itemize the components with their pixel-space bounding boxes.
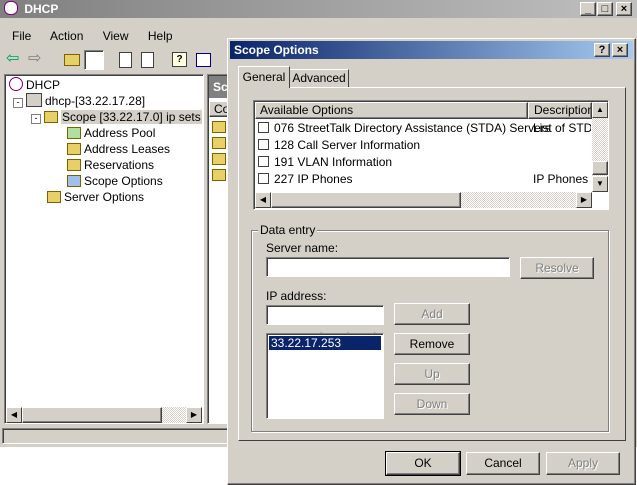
refresh-icon[interactable] [116, 50, 134, 68]
status-bar [2, 428, 232, 444]
ip-list-item[interactable]: 33.22.17.253 [269, 336, 381, 350]
column-header-description[interactable]: Description [528, 102, 592, 119]
option-row[interactable]: 191 VLAN Information [258, 154, 392, 171]
address-leases-icon [67, 143, 81, 155]
column-header-available-options[interactable]: Available Options [255, 102, 528, 119]
option-description: IP Phones [533, 172, 589, 186]
data-entry-group: Data entry Server name: Resolve IP addre… [251, 223, 609, 432]
details-row-icon [212, 137, 226, 149]
back-arrow-icon[interactable]: ⇦ [6, 50, 24, 68]
properties-icon[interactable] [194, 50, 212, 68]
tree-item-server-options[interactable]: Server Options [47, 189, 144, 205]
tab-panel: Available Options Description 076 Street… [238, 87, 626, 441]
details-row-icon [212, 121, 226, 133]
menu-view[interactable]: View [103, 29, 129, 43]
option-row[interactable]: 076 StreetTalk Directory Assistance (STD… [258, 120, 551, 137]
reservations-icon [67, 159, 81, 171]
scope-folder-icon [44, 111, 58, 123]
scope-options-dialog: Scope Options ? × General Advanced Avail… [227, 38, 636, 485]
scroll-left-icon[interactable]: ◀ [255, 192, 271, 208]
tree-item-address-leases[interactable]: Address Leases [67, 141, 170, 157]
options-hscroll-thumb[interactable] [271, 192, 461, 208]
dhcp-window-title: DHCP [24, 2, 59, 16]
tree-item-server[interactable]: - dhcp-[33.22.17.28] [13, 93, 145, 109]
ip-address-list[interactable]: 33.22.17.253 [266, 333, 384, 419]
address-pool-icon [67, 127, 81, 139]
scroll-up-icon[interactable]: ▲ [592, 102, 608, 118]
ip-address-label: IP address: [266, 289, 327, 303]
dialog-title: Scope Options [234, 43, 319, 57]
option-row[interactable]: 128 Call Server Information [258, 137, 420, 154]
close-button[interactable]: × [616, 2, 632, 16]
scroll-down-icon[interactable]: ▼ [592, 176, 608, 192]
toolbar: ⇦ ⇨ ? [4, 50, 228, 70]
collapse-icon[interactable]: - [13, 98, 23, 108]
maximize-button[interactable]: □ [597, 2, 613, 16]
details-row-icon [212, 169, 226, 181]
tab-general[interactable]: General [238, 66, 290, 88]
option-checkbox[interactable] [258, 173, 269, 184]
option-row[interactable]: 227 IP Phones [258, 171, 353, 188]
option-description: List of STDA [533, 121, 591, 135]
show-tree-icon[interactable] [84, 50, 104, 70]
down-button[interactable]: Down [394, 393, 470, 415]
server-icon [26, 93, 42, 107]
dialog-help-button[interactable]: ? [594, 43, 610, 57]
collapse-icon[interactable]: - [31, 114, 41, 124]
scroll-right-icon[interactable]: ▶ [186, 407, 202, 423]
apply-button[interactable]: Apply [546, 452, 620, 475]
scroll-left-icon[interactable]: ◀ [6, 407, 22, 423]
up-button[interactable]: Up [394, 363, 470, 385]
menu-file[interactable]: File [12, 29, 31, 43]
menu-help[interactable]: Help [148, 29, 173, 43]
tree-item-dhcp[interactable]: DHCP [9, 77, 60, 93]
available-options-list[interactable]: Available Options Description 076 Street… [253, 100, 609, 210]
data-entry-label: Data entry [258, 223, 318, 237]
scope-options-icon [67, 175, 81, 187]
dialog-close-button[interactable]: × [612, 43, 628, 57]
dhcp-root-icon [9, 77, 23, 91]
tree-pane[interactable]: DHCP - dhcp-[33.22.17.28] - Scope [33.22.1… [4, 74, 204, 424]
forward-arrow-icon[interactable]: ⇨ [28, 50, 46, 68]
scroll-thumb[interactable] [22, 407, 162, 423]
server-name-input[interactable] [266, 257, 510, 277]
cancel-button[interactable]: Cancel [466, 452, 540, 475]
help-icon[interactable]: ? [170, 50, 188, 68]
tree-item-scope-options[interactable]: Scope Options [67, 173, 163, 189]
export-list-icon[interactable] [138, 50, 156, 68]
ok-button[interactable]: OK [385, 451, 461, 476]
option-checkbox[interactable] [258, 122, 269, 133]
option-checkbox[interactable] [258, 139, 269, 150]
dhcp-app-icon [4, 1, 18, 15]
menu-bar: File Action View Help [12, 28, 189, 44]
ip-address-input[interactable]: . . . [266, 305, 384, 337]
menu-action[interactable]: Action [50, 29, 83, 43]
option-checkbox[interactable] [258, 156, 269, 167]
tab-advanced[interactable]: Advanced [289, 69, 349, 88]
up-folder-icon[interactable] [62, 50, 80, 68]
tree-item-address-pool[interactable]: Address Pool [67, 125, 155, 141]
add-button[interactable]: Add [394, 303, 470, 325]
dialog-title-bar[interactable]: Scope Options [230, 41, 633, 59]
server-options-icon [47, 191, 61, 203]
resolve-button[interactable]: Resolve [520, 257, 594, 279]
tree-item-scope[interactable]: - Scope [33.22.17.0] ip sets [31, 109, 202, 125]
options-vscroll-thumb[interactable] [592, 161, 608, 175]
remove-button[interactable]: Remove [394, 333, 470, 355]
minimize-button[interactable]: _ [580, 2, 596, 16]
server-name-label: Server name: [266, 241, 339, 255]
scroll-right-icon[interactable]: ▶ [576, 192, 592, 208]
dhcp-title-bar[interactable]: DHCP [0, 0, 637, 18]
tree-item-reservations[interactable]: Reservations [67, 157, 154, 173]
details-row-icon [212, 153, 226, 165]
